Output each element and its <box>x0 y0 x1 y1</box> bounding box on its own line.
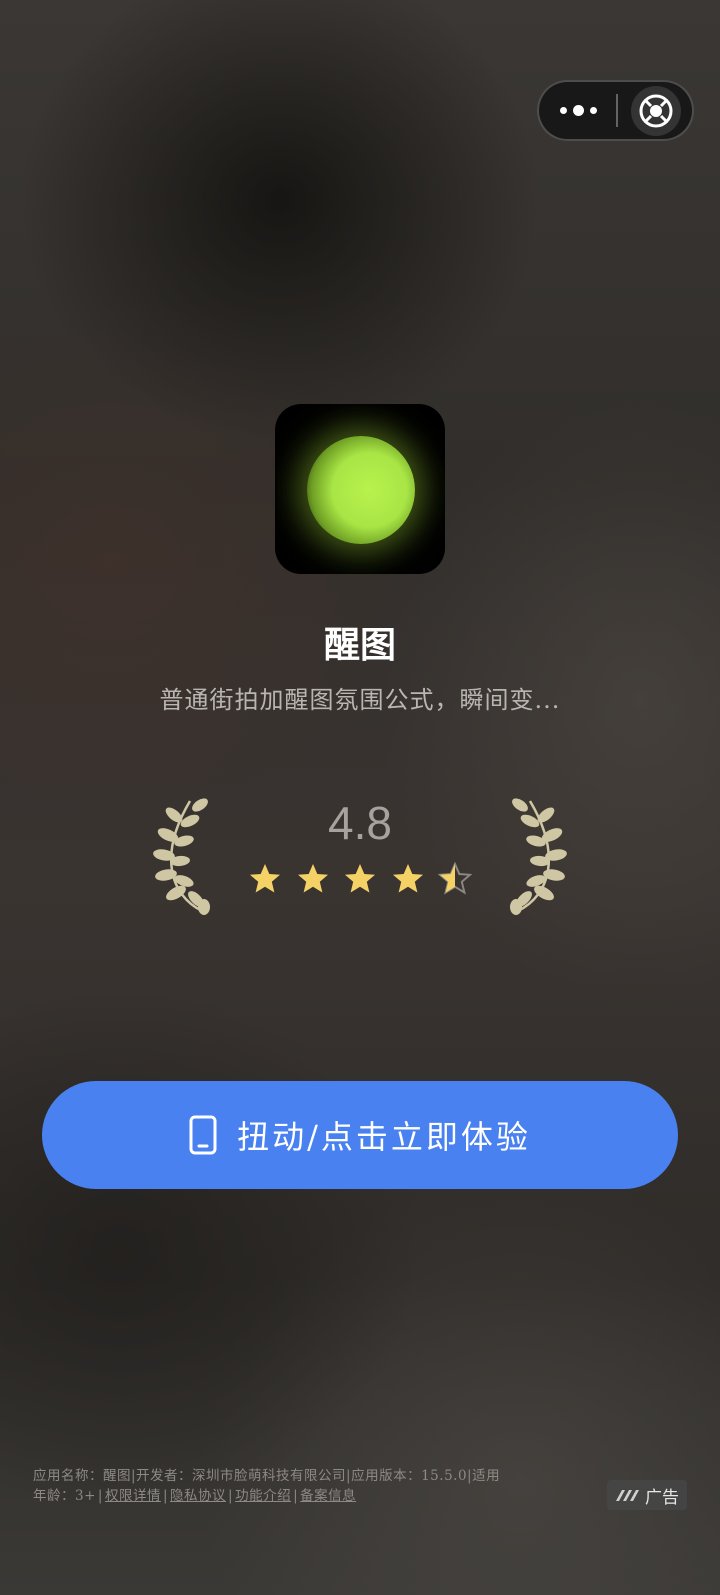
star-full-icon <box>250 864 280 893</box>
filing-info-link[interactable]: 备案信息 <box>300 1488 356 1504</box>
app-info-text: 应用名称：醒图|开发者：深圳市脸萌科技有限公司|应用版本：15.5.0|适用 <box>33 1468 501 1484</box>
ad-landing-screen: 醒图 普通街拍加醒图氛围公式，瞬间变... 4.8 扭动/点击立即体验 应用名称… <box>0 0 720 1595</box>
ad-logo-icon <box>616 1490 639 1501</box>
laurel-right-icon <box>510 798 567 915</box>
star-full-icon <box>345 864 375 893</box>
footer-separator: | <box>97 1488 103 1504</box>
star-full-icon <box>392 864 423 893</box>
phone-icon <box>189 1115 217 1155</box>
footer-separator: | <box>162 1488 169 1504</box>
menu-capsule <box>537 80 694 141</box>
footer-separator: | <box>228 1488 234 1504</box>
capsule-divider <box>616 94 618 127</box>
more-dots-icon-right <box>589 107 597 114</box>
privacy-link[interactable]: 隐私协议 <box>170 1488 226 1504</box>
rating-score: 4.8 <box>328 797 392 849</box>
try-now-button[interactable]: 扭动/点击立即体验 <box>42 1081 678 1189</box>
more-dots-icon <box>559 107 567 114</box>
try-now-label: 扭动/点击立即体验 <box>237 1118 531 1156</box>
features-link[interactable]: 功能介绍 <box>235 1488 291 1504</box>
target-close-icon <box>639 94 673 128</box>
ad-badge[interactable]: 广告 <box>607 1480 687 1510</box>
app-name: 醒图 <box>323 624 396 666</box>
green-glowing-orb-app-icon <box>307 436 415 544</box>
star-half-icon <box>438 862 472 895</box>
permissions-link[interactable]: 权限详情 <box>105 1488 161 1504</box>
rating-stars <box>248 862 472 898</box>
more-button[interactable] <box>539 82 617 139</box>
app-icon[interactable] <box>275 404 445 574</box>
app-info-footer: 应用名称：醒图|开发者：深圳市脸萌科技有限公司|应用版本：15.5.0|适用 年… <box>33 1466 593 1506</box>
more-dots-icon-center <box>572 105 584 116</box>
age-rating-text: 年龄：3+ <box>33 1488 96 1504</box>
star-full-icon <box>297 864 328 893</box>
close-button[interactable] <box>631 86 681 136</box>
footer-separator: | <box>293 1488 299 1504</box>
laurel-left-icon <box>153 798 210 915</box>
app-description: 普通街拍加醒图氛围公式，瞬间变... <box>159 686 561 714</box>
ad-label: 广告 <box>645 1487 679 1508</box>
